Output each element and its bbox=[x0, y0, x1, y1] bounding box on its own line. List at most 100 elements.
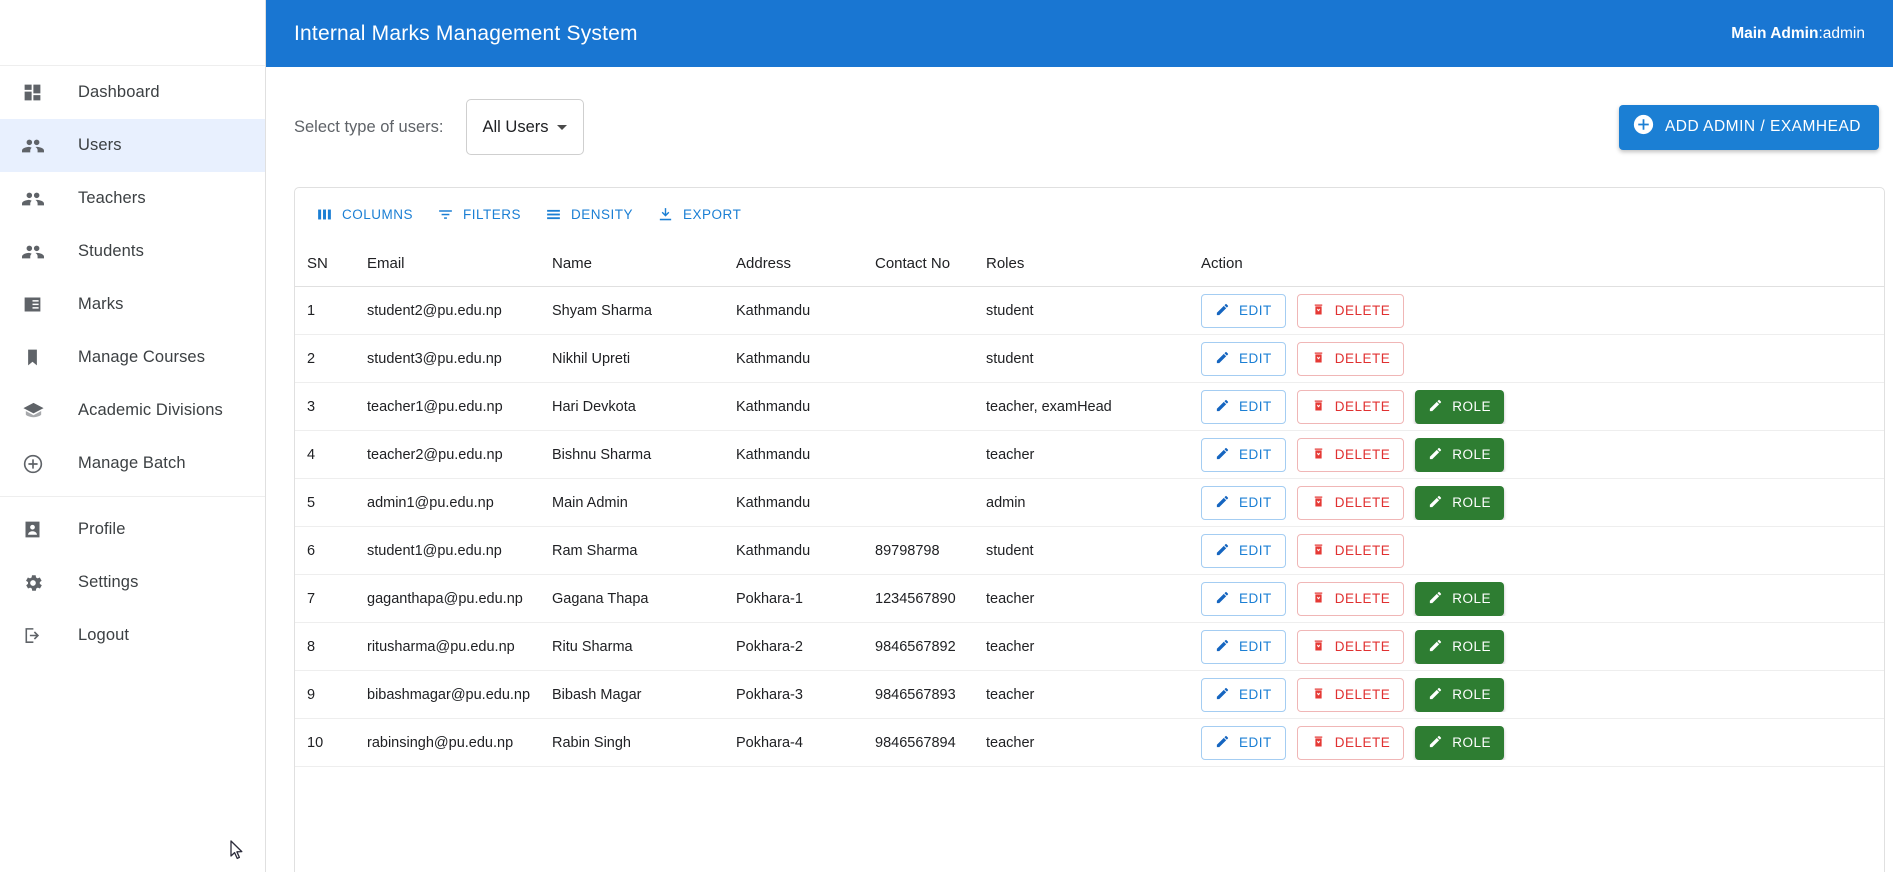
delete-button[interactable]: DELETE bbox=[1296, 725, 1405, 760]
cell-email: gaganthapa@pu.edu.np bbox=[367, 590, 523, 607]
delete-button-label: DELETE bbox=[1334, 543, 1391, 558]
sidebar-item-teachers[interactable]: Teachers bbox=[0, 172, 265, 225]
table-row[interactable]: 10 rabinsingh@pu.edu.np Rabin Singh Pokhara… bbox=[295, 719, 1884, 767]
table-row[interactable]: 6 student1@pu.edu.np Ram Sharma Kathmandu 89… bbox=[295, 527, 1884, 575]
column-header-contact[interactable]: Contact No bbox=[875, 255, 986, 272]
add-admin-examhead-label: ADD ADMIN / EXAMHEAD bbox=[1664, 118, 1861, 135]
role-button[interactable]: ROLE bbox=[1415, 437, 1505, 472]
edit-button[interactable]: EDIT bbox=[1201, 437, 1286, 472]
cell-action: EDIT DELETE ROLE bbox=[1201, 677, 1884, 712]
column-header-email[interactable]: Email bbox=[367, 255, 552, 272]
role-button[interactable]: ROLE bbox=[1415, 629, 1505, 664]
sidebar-item-logout[interactable]: Logout bbox=[0, 609, 265, 662]
delete-button-label: DELETE bbox=[1334, 447, 1391, 462]
cell-address: Pokhara-1 bbox=[736, 590, 803, 607]
edit-button[interactable]: EDIT bbox=[1201, 389, 1286, 424]
delete-button[interactable]: DELETE bbox=[1296, 581, 1405, 616]
page-title: Internal Marks Management System bbox=[294, 21, 638, 45]
table-row[interactable]: 5 admin1@pu.edu.np Main Admin Kathmandu admi… bbox=[295, 479, 1884, 527]
sidebar-divider bbox=[0, 496, 265, 497]
delete-button[interactable]: DELETE bbox=[1296, 341, 1405, 376]
cell-address: Kathmandu bbox=[736, 494, 811, 511]
gear-icon bbox=[22, 572, 56, 594]
cell-sn: 10 bbox=[307, 734, 324, 751]
edit-button[interactable]: EDIT bbox=[1201, 629, 1286, 664]
cell-address: Kathmandu bbox=[736, 446, 811, 463]
role-button[interactable]: ROLE bbox=[1415, 581, 1505, 616]
user-type-select[interactable]: All Users bbox=[465, 99, 584, 155]
table-row[interactable]: 9 bibashmagar@pu.edu.np Bibash Magar Pokhar… bbox=[295, 671, 1884, 719]
edit-button-label: EDIT bbox=[1239, 735, 1272, 750]
trash-icon bbox=[1311, 638, 1326, 656]
cell-sn: 1 bbox=[307, 302, 316, 319]
cell-email: student2@pu.edu.np bbox=[367, 302, 502, 319]
controls-row: Select type of users: All Users ADD ADMI… bbox=[294, 67, 1885, 187]
column-header-action[interactable]: Action bbox=[1201, 255, 1884, 272]
delete-button[interactable]: DELETE bbox=[1296, 437, 1405, 472]
delete-button[interactable]: DELETE bbox=[1296, 389, 1405, 424]
table-row[interactable]: 2 student3@pu.edu.np Nikhil Upreti Kathmand… bbox=[295, 335, 1884, 383]
table-row[interactable]: 7 gaganthapa@pu.edu.np Gagana Thapa Pokhara… bbox=[295, 575, 1884, 623]
role-button[interactable]: ROLE bbox=[1415, 725, 1505, 760]
column-header-roles[interactable]: Roles bbox=[986, 255, 1201, 272]
table-row[interactable]: 1 student2@pu.edu.np Shyam Sharma Kathmandu… bbox=[295, 287, 1884, 335]
grid-toolbar-label: EXPORT bbox=[683, 206, 742, 222]
trash-icon bbox=[1311, 350, 1326, 368]
column-header-name[interactable]: Name bbox=[552, 255, 736, 272]
role-button-label: ROLE bbox=[1452, 495, 1492, 510]
sidebar-item-label: Academic Divisions bbox=[78, 401, 223, 419]
sidebar: Dashboard Users Teachers Students Marks Manag… bbox=[0, 0, 266, 872]
sidebar-item-manage-courses[interactable]: Manage Courses bbox=[0, 331, 265, 384]
edit-button[interactable]: EDIT bbox=[1201, 533, 1286, 568]
grid-toolbar-columns-button[interactable]: COLUMNS bbox=[307, 200, 422, 229]
delete-button[interactable]: DELETE bbox=[1296, 485, 1405, 520]
column-header-address[interactable]: Address bbox=[736, 255, 875, 272]
table-row[interactable]: 8 ritusharma@pu.edu.np Ritu Sharma Pokhara-… bbox=[295, 623, 1884, 671]
cell-sn: 8 bbox=[307, 638, 316, 655]
sidebar-main-nav: Dashboard Users Teachers Students Marks Manag… bbox=[0, 66, 265, 490]
sidebar-item-marks[interactable]: Marks bbox=[0, 278, 265, 331]
sidebar-item-manage-batch[interactable]: Manage Batch bbox=[0, 437, 265, 490]
add-admin-examhead-button[interactable]: ADD ADMIN / EXAMHEAD bbox=[1618, 104, 1879, 150]
cell-address: Kathmandu bbox=[736, 398, 811, 415]
grid-toolbar-density-button[interactable]: DENSITY bbox=[536, 200, 642, 229]
role-button[interactable]: ROLE bbox=[1415, 485, 1505, 520]
table-row[interactable]: 4 teacher2@pu.edu.np Bishnu Sharma Kathmand… bbox=[295, 431, 1884, 479]
trash-icon bbox=[1311, 446, 1326, 464]
school-icon bbox=[22, 399, 56, 422]
edit-button[interactable]: EDIT bbox=[1201, 677, 1286, 712]
delete-button[interactable]: DELETE bbox=[1296, 629, 1405, 664]
cell-contact: 9846567892 bbox=[875, 638, 956, 655]
table-row[interactable]: 3 teacher1@pu.edu.np Hari Devkota Kathmandu… bbox=[295, 383, 1884, 431]
edit-button[interactable]: EDIT bbox=[1201, 581, 1286, 616]
cell-sn: 2 bbox=[307, 350, 316, 367]
sidebar-item-settings[interactable]: Settings bbox=[0, 556, 265, 609]
cell-contact: 89798798 bbox=[875, 542, 940, 559]
user-type-select-value: All Users bbox=[482, 117, 549, 136]
delete-button[interactable]: DELETE bbox=[1296, 293, 1405, 328]
app-header: Internal Marks Management System Main Ad… bbox=[266, 0, 1893, 67]
delete-button[interactable]: DELETE bbox=[1296, 533, 1405, 568]
role-button-label: ROLE bbox=[1452, 639, 1492, 654]
edit-button[interactable]: EDIT bbox=[1201, 485, 1286, 520]
sidebar-item-users[interactable]: Users bbox=[0, 119, 265, 172]
column-header-sn[interactable]: SN bbox=[307, 255, 367, 272]
role-button[interactable]: ROLE bbox=[1415, 677, 1505, 712]
bookmark-icon bbox=[22, 347, 56, 368]
sidebar-item-label: Manage Batch bbox=[78, 454, 186, 472]
role-button-label: ROLE bbox=[1452, 687, 1492, 702]
edit-button[interactable]: EDIT bbox=[1201, 293, 1286, 328]
edit-button[interactable]: EDIT bbox=[1201, 725, 1286, 760]
sidebar-item-profile[interactable]: Profile bbox=[0, 503, 265, 556]
sidebar-item-dashboard[interactable]: Dashboard bbox=[0, 66, 265, 119]
article-icon bbox=[22, 294, 56, 315]
role-button[interactable]: ROLE bbox=[1415, 389, 1505, 424]
sidebar-item-students[interactable]: Students bbox=[0, 225, 265, 278]
cell-contact: 9846567894 bbox=[875, 734, 956, 751]
delete-button[interactable]: DELETE bbox=[1296, 677, 1405, 712]
grid-toolbar-filters-button[interactable]: FILTERS bbox=[428, 200, 530, 229]
grid-toolbar-export-button[interactable]: EXPORT bbox=[648, 200, 750, 229]
trash-icon bbox=[1311, 494, 1326, 512]
sidebar-item-academic-divisions[interactable]: Academic Divisions bbox=[0, 384, 265, 437]
edit-button[interactable]: EDIT bbox=[1201, 341, 1286, 376]
